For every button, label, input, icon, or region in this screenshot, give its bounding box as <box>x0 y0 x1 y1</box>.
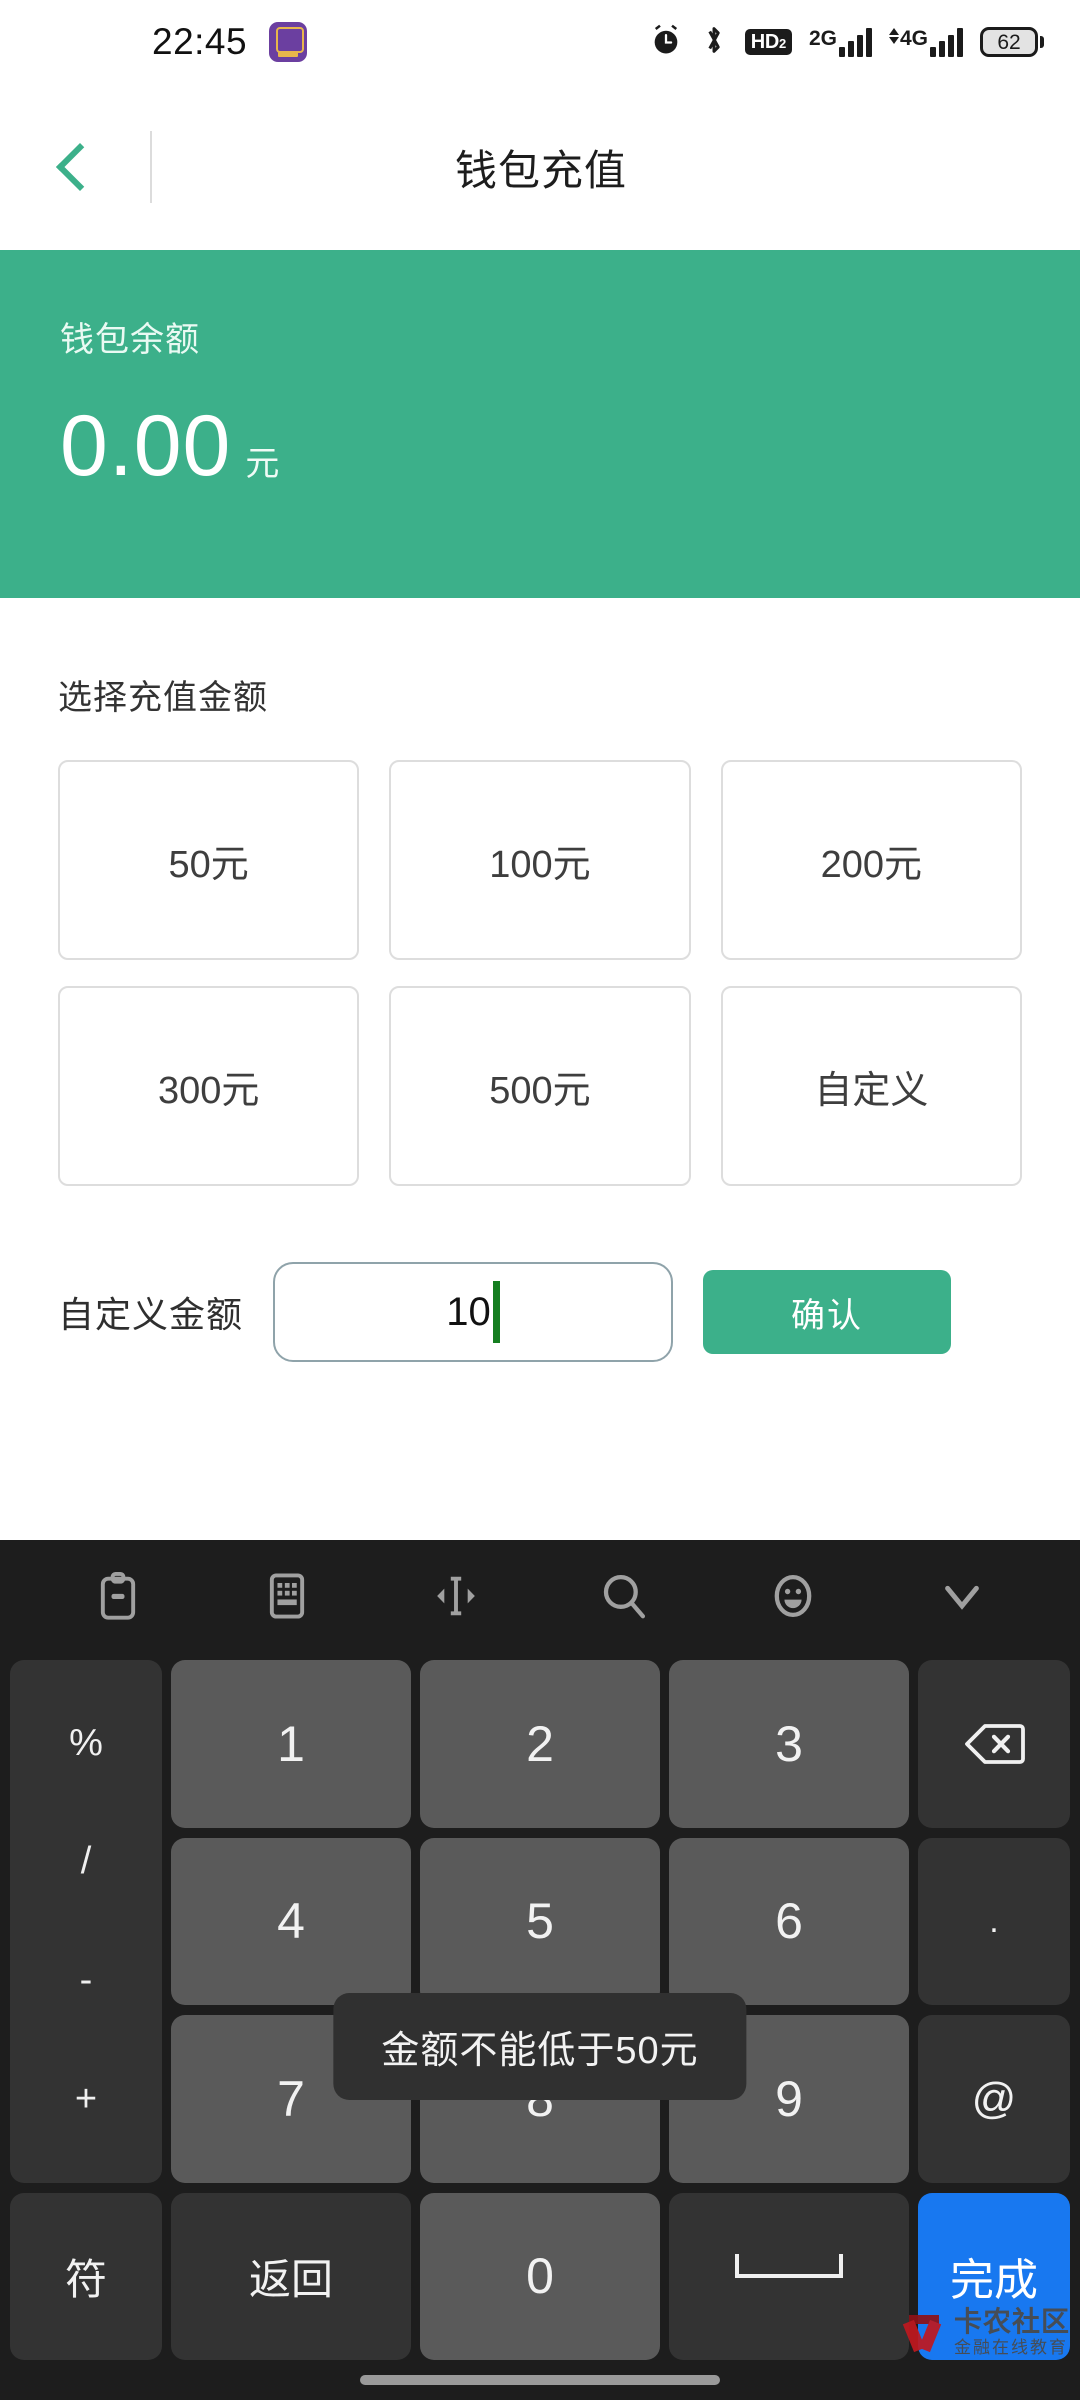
key-0[interactable]: 0 <box>420 2192 660 2360</box>
balance-row: 0.00 元 <box>60 403 1020 489</box>
watermark-title: 卡农社区 <box>953 2306 1070 2338</box>
signal-2g-icon: 2G <box>809 27 872 57</box>
watermark: 卡农社区 金融在线教育 <box>902 2306 1070 2358</box>
text-caret <box>492 1281 500 1343</box>
status-bar-clock: 22:45 <box>152 21 248 62</box>
key-5[interactable]: 5 <box>420 1837 660 2005</box>
hd2-icon: HD 2 <box>744 29 792 55</box>
page-title: 钱包充值 <box>454 146 627 194</box>
system-nav-bar <box>0 2360 1080 2400</box>
home-indicator[interactable] <box>360 2375 720 2385</box>
key-6[interactable]: 6 <box>669 1837 909 2005</box>
section-title-select-amount: 选择充值金额 <box>58 679 268 717</box>
status-bar-left: 22:45 <box>0 21 308 63</box>
balance-currency-unit: 元 <box>245 445 280 483</box>
phone-screen: 22:45 HD 2 2G 4G 62 钱包充值 钱包余额 0.00 元 选择充… <box>0 0 1080 2400</box>
bluetooth-icon <box>700 23 728 62</box>
key-1[interactable]: 1 <box>171 1660 411 1828</box>
chevron-left-icon <box>55 142 105 192</box>
app-badge-icon <box>269 22 308 62</box>
key-minus: - <box>79 1959 93 2002</box>
amount-option-custom[interactable]: 自定义 <box>720 986 1022 1186</box>
emoji-icon[interactable] <box>751 1554 835 1638</box>
key-at[interactable]: @ <box>918 2015 1070 2183</box>
keyboard-toolbar <box>0 1540 1080 1652</box>
custom-amount-label: 自定义金额 <box>58 1294 244 1335</box>
search-icon[interactable] <box>582 1554 666 1638</box>
key-percent: % <box>69 1721 103 1764</box>
toast-message: 金额不能低于50元 <box>333 1993 747 2100</box>
data-transfer-arrows-icon <box>888 27 899 44</box>
battery-icon: 62 <box>980 27 1044 57</box>
key-operators[interactable]: % / - + <box>10 1660 162 2183</box>
wallet-balance-card: 钱包余额 0.00 元 <box>0 250 1080 598</box>
key-period[interactable]: . <box>918 1837 1070 2005</box>
watermark-logo-icon <box>902 2309 946 2355</box>
battery-level-label: 62 <box>997 30 1021 54</box>
backspace-icon <box>965 1723 1025 1764</box>
key-plus: + <box>74 2077 98 2120</box>
clipboard-icon[interactable] <box>76 1554 160 1638</box>
custom-amount-input[interactable]: 10 <box>273 1262 674 1362</box>
app-bar: 钱包充值 <box>0 84 1080 250</box>
watermark-subtitle: 金融在线教育 <box>953 2338 1068 2358</box>
custom-amount-row: 自定义金额 10 确认 <box>58 1258 1022 1366</box>
cursor-move-icon[interactable] <box>414 1554 498 1638</box>
space-icon <box>735 2254 843 2279</box>
custom-amount-value: 10 <box>446 1289 491 1334</box>
key-space[interactable] <box>669 2192 909 2360</box>
amount-option-300[interactable]: 300元 <box>58 986 360 1186</box>
signal-4g-icon: 4G <box>888 27 963 57</box>
key-2[interactable]: 2 <box>420 1660 660 1828</box>
key-slash: / <box>80 1840 92 1883</box>
on-screen-keyboard: % / - + 1 2 3 4 5 6 . 7 8 9 @ 符 返 <box>0 1540 1080 2400</box>
amount-option-200[interactable]: 200元 <box>720 760 1022 960</box>
status-bar: 22:45 HD 2 2G 4G 62 <box>0 0 1080 84</box>
key-return[interactable]: 返回 <box>171 2192 411 2360</box>
keyboard-layout-icon[interactable] <box>245 1554 329 1638</box>
balance-label: 钱包余额 <box>60 321 200 359</box>
amount-option-50[interactable]: 50元 <box>58 760 360 960</box>
key-backspace[interactable] <box>918 1660 1070 1828</box>
alarm-icon <box>649 23 683 62</box>
key-4[interactable]: 4 <box>171 1837 411 2005</box>
balance-amount: 0.00 <box>60 398 232 494</box>
key-symbols[interactable]: 符 <box>10 2192 162 2360</box>
amount-option-100[interactable]: 100元 <box>389 760 691 960</box>
status-bar-right: HD 2 2G 4G 62 <box>649 23 1080 62</box>
back-button[interactable] <box>0 84 150 250</box>
key-3[interactable]: 3 <box>669 1660 909 1828</box>
confirm-button[interactable]: 确认 <box>703 1270 952 1354</box>
amount-options-grid: 50元 100元 200元 300元 500元 自定义 <box>58 760 1022 1186</box>
amount-option-500[interactable]: 500元 <box>389 986 691 1186</box>
collapse-chevron-down-icon[interactable] <box>920 1554 1004 1638</box>
